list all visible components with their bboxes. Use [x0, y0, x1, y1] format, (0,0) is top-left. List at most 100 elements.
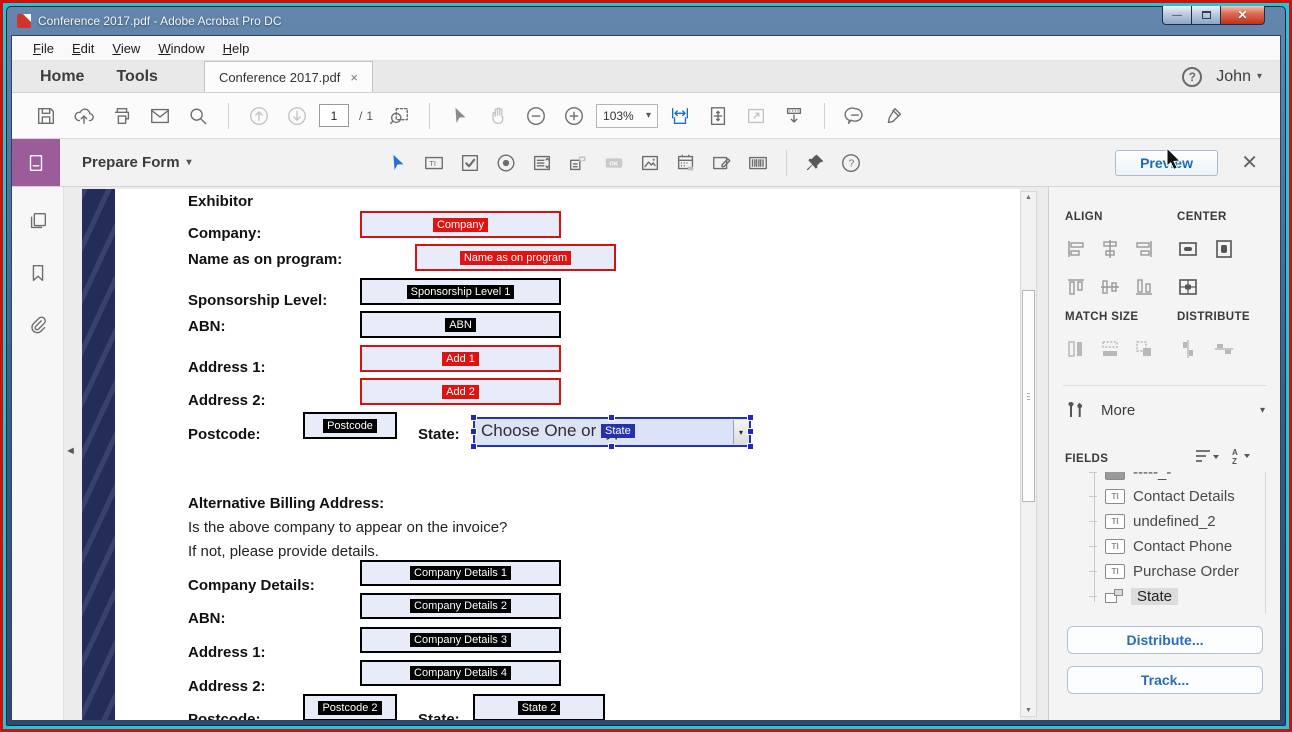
page-thumbnails-button[interactable]	[22, 205, 54, 237]
form-field-address2[interactable]: Add 2	[360, 378, 561, 405]
form-field-company-details-1[interactable]: Company Details 1	[360, 560, 561, 586]
form-field-company-details-4[interactable]: Company Details 4	[360, 660, 561, 686]
preview-button[interactable]: Preview	[1115, 150, 1218, 176]
prepare-form-title[interactable]: Prepare Form▾	[82, 154, 192, 171]
align-top-button[interactable]	[1063, 275, 1089, 299]
fit-page-button[interactable]	[702, 100, 734, 132]
help-icon[interactable]: ?	[1182, 67, 1202, 87]
selection-handle[interactable]	[747, 443, 754, 450]
dropdown-tool[interactable]	[562, 147, 594, 179]
field-list-item[interactable]: TIPurchase Order	[1089, 559, 1239, 583]
align-bottom-button[interactable]	[1131, 275, 1157, 299]
date-field-tool[interactable]	[670, 147, 702, 179]
sort-alphabetical-button[interactable]: AZ	[1230, 447, 1256, 468]
align-left-button[interactable]	[1063, 237, 1089, 261]
form-help-button[interactable]: ?	[835, 147, 867, 179]
align-right-button[interactable]	[1131, 237, 1157, 261]
more-menu[interactable]: More ▾	[1065, 399, 1265, 421]
distribute-horizontally-button[interactable]	[1211, 337, 1237, 361]
form-field-company-details-3[interactable]: Company Details 3	[360, 627, 561, 653]
comment-button[interactable]	[839, 100, 871, 132]
form-field-state-dropdown[interactable]: Choose One or type State ▾	[473, 417, 751, 447]
form-field-sponsorship[interactable]: Sponsorship Level 1	[360, 278, 561, 305]
fields-scrollbar[interactable]: ▲ ≡ ▼	[1265, 472, 1266, 614]
selection-handle[interactable]	[608, 414, 615, 421]
collapse-sidebar-arrow[interactable]: ◄	[65, 445, 76, 457]
document-area[interactable]: ◄ ► Exhibitor Company: Company Name as o…	[64, 187, 1048, 720]
zoom-in-button[interactable]	[558, 100, 590, 132]
find-button[interactable]	[182, 100, 214, 132]
selection-handle[interactable]	[747, 414, 754, 421]
track-button[interactable]: Track...	[1067, 666, 1263, 694]
selection-handle[interactable]	[608, 443, 615, 450]
dropdown-arrow-button[interactable]: ▾	[733, 420, 748, 444]
center-both-button[interactable]	[1175, 275, 1201, 299]
print-button[interactable]	[106, 100, 138, 132]
selection-handle[interactable]	[470, 414, 477, 421]
zoom-out-button[interactable]	[520, 100, 552, 132]
marquee-zoom-button[interactable]	[383, 100, 415, 132]
match-both-button[interactable]	[1131, 337, 1157, 361]
scrollbar-thumb[interactable]	[1022, 290, 1035, 502]
field-list-item-partial[interactable]: -----_-	[1089, 472, 1171, 484]
menu-edit[interactable]: Edit	[63, 38, 103, 59]
selection-handle[interactable]	[470, 428, 477, 435]
radio-button-tool[interactable]	[490, 147, 522, 179]
tab-document[interactable]: Conference 2017.pdf ×	[204, 61, 373, 92]
prepare-form-tool-tile[interactable]	[12, 139, 60, 186]
bookmarks-button[interactable]	[22, 257, 54, 289]
form-field-state-2[interactable]: State 2	[473, 694, 605, 720]
next-page-button[interactable]	[281, 100, 313, 132]
center-horizontally-button[interactable]	[1175, 237, 1201, 261]
close-button[interactable]: ✕	[1221, 6, 1265, 25]
image-field-tool[interactable]	[634, 147, 666, 179]
form-field-postcode[interactable]: Postcode	[303, 412, 397, 439]
match-width-button[interactable]	[1097, 337, 1123, 361]
match-height-button[interactable]	[1063, 337, 1089, 361]
selection-handle[interactable]	[470, 443, 477, 450]
share-button[interactable]	[68, 100, 100, 132]
align-horizontal-center-button[interactable]	[1097, 237, 1123, 261]
form-field-name-on-program[interactable]: Name as on program	[415, 244, 616, 271]
scroll-up-arrow[interactable]: ▲	[1021, 194, 1036, 201]
page-number-input[interactable]	[319, 104, 349, 127]
highlight-button[interactable]	[877, 100, 909, 132]
field-list-item[interactable]: TIundefined_2	[1089, 509, 1216, 533]
list-box-tool[interactable]	[526, 147, 558, 179]
edit-fields-tool[interactable]	[382, 147, 414, 179]
form-field-address1[interactable]: Add 1	[360, 345, 561, 372]
zoom-level-select[interactable]: 103%▾	[596, 104, 658, 128]
form-field-company-details-2[interactable]: Company Details 2	[360, 593, 561, 619]
account-menu[interactable]: John▾	[1216, 68, 1262, 86]
selection-handle[interactable]	[747, 428, 754, 435]
signature-field-tool[interactable]	[706, 147, 738, 179]
title-bar[interactable]: Conference 2017.pdf - Adobe Acrobat Pro …	[7, 7, 1285, 35]
field-list-item-selected[interactable]: State	[1089, 584, 1178, 608]
menu-window[interactable]: Window	[149, 38, 213, 59]
field-list-item[interactable]: TIContact Details	[1089, 484, 1235, 508]
close-prepare-form-button[interactable]: ✕	[1241, 150, 1258, 175]
field-list-item[interactable]: TIContact Phone	[1089, 534, 1232, 558]
center-vertically-button[interactable]	[1211, 237, 1237, 261]
form-field-company[interactable]: Company	[360, 211, 561, 238]
save-button[interactable]	[30, 100, 62, 132]
scrolling-mode-button[interactable]	[664, 100, 696, 132]
document-scrollbar[interactable]: ▲ ▼	[1020, 191, 1037, 717]
tab-tools[interactable]: Tools	[100, 61, 173, 92]
text-field-tool[interactable]: TI	[418, 147, 450, 179]
attachments-button[interactable]	[22, 309, 54, 341]
fullscreen-button[interactable]	[740, 100, 772, 132]
distribute-form-button[interactable]: Distribute...	[1067, 626, 1263, 654]
sort-by-order-button[interactable]	[1194, 448, 1220, 467]
tab-close-icon[interactable]: ×	[350, 70, 358, 85]
button-tool[interactable]: OK	[598, 147, 630, 179]
menu-view[interactable]: View	[103, 38, 149, 59]
previous-page-button[interactable]	[243, 100, 275, 132]
hand-tool-button[interactable]	[482, 100, 514, 132]
tab-home[interactable]: Home	[24, 61, 100, 92]
maximize-button[interactable]	[1192, 6, 1221, 25]
checkbox-tool[interactable]	[454, 147, 486, 179]
presentation-button[interactable]	[778, 100, 810, 132]
menu-file[interactable]: File	[24, 38, 63, 59]
form-field-abn[interactable]: ABN	[360, 311, 561, 338]
